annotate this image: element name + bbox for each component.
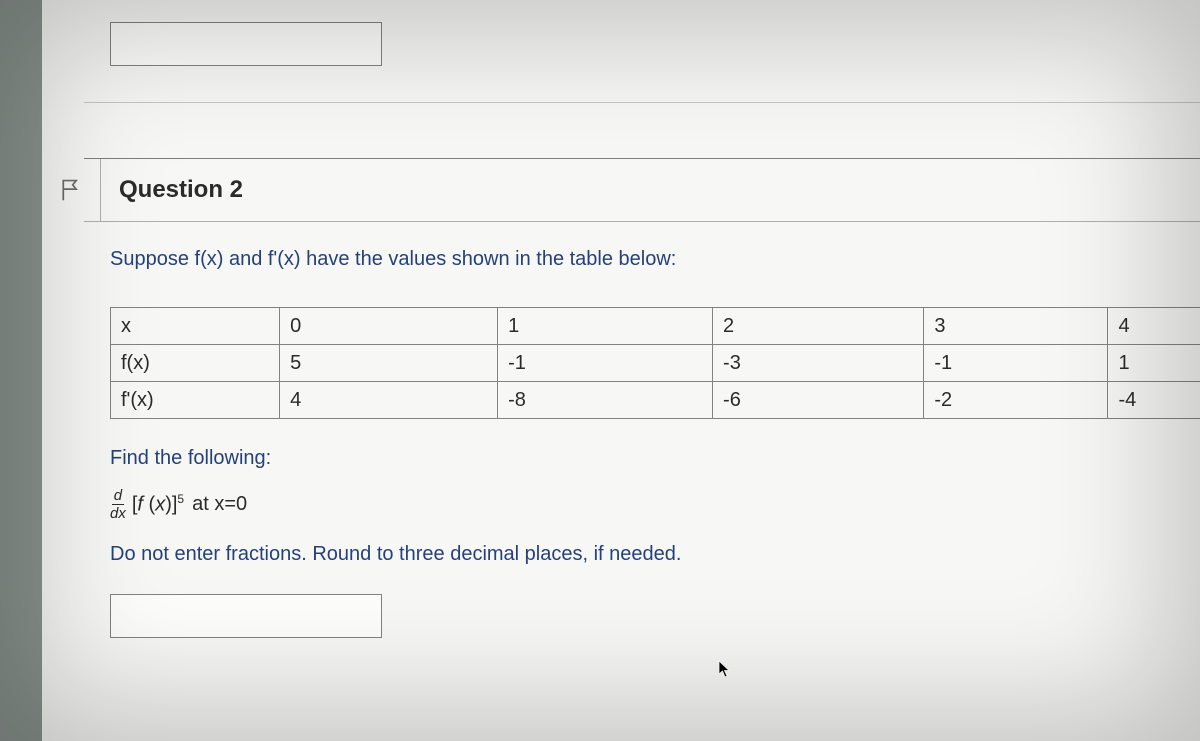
answer-input-wrap [110,594,382,638]
row-header: f'(x) [111,382,280,419]
flag-button[interactable] [42,159,101,221]
prev-answer-input-wrap [110,22,382,66]
question-paper: Question 2 Suppose f(x) and f'(x) have t… [42,0,1200,741]
table-cell: 4 [280,382,498,419]
divider [84,102,1200,103]
row-header: x [111,308,280,345]
table-row: x01234 [111,308,1200,345]
table-cell: 3 [924,308,1108,345]
values-table: x01234f(x)5-1-3-11f'(x)4-8-6-2-4 [110,307,1200,419]
flag-icon [60,178,82,202]
question-header-bar: Question 2 [84,158,1200,222]
fraction-d-dx: d dx [110,488,126,521]
table-cell: 0 [280,308,498,345]
table-cell: -4 [1108,382,1200,419]
answer-input[interactable] [110,594,382,638]
rounding-note: Do not enter fractions. Round to three d… [110,543,1200,566]
screenshot-viewport: Question 2 Suppose f(x) and f'(x) have t… [0,0,1200,741]
derivative-expression: d dx [f (x)]5 at x=0 [110,488,1200,521]
expression-body: [f (x)]5 [132,492,184,517]
table-cell: -8 [498,382,713,419]
table-cell: -6 [713,382,924,419]
table-cell: 1 [1108,345,1200,382]
table-cell: -2 [924,382,1108,419]
table-cell: -1 [498,345,713,382]
table-row: f'(x)4-8-6-2-4 [111,382,1200,419]
question-prompt: Suppose f(x) and f'(x) have the values s… [110,248,1200,271]
prev-answer-input[interactable] [110,22,382,66]
find-label: Find the following: [110,447,1200,470]
table-cell: 5 [280,345,498,382]
table-cell: 4 [1108,308,1200,345]
row-header: f(x) [111,345,280,382]
table-cell: 2 [713,308,924,345]
question-body: Suppose f(x) and f'(x) have the values s… [110,248,1200,638]
question-title: Question 2 [119,176,243,204]
table-row: f(x)5-1-3-11 [111,345,1200,382]
table-cell: 1 [498,308,713,345]
expression-at: at x=0 [192,493,247,516]
table-cell: -1 [924,345,1108,382]
table-cell: -3 [713,345,924,382]
